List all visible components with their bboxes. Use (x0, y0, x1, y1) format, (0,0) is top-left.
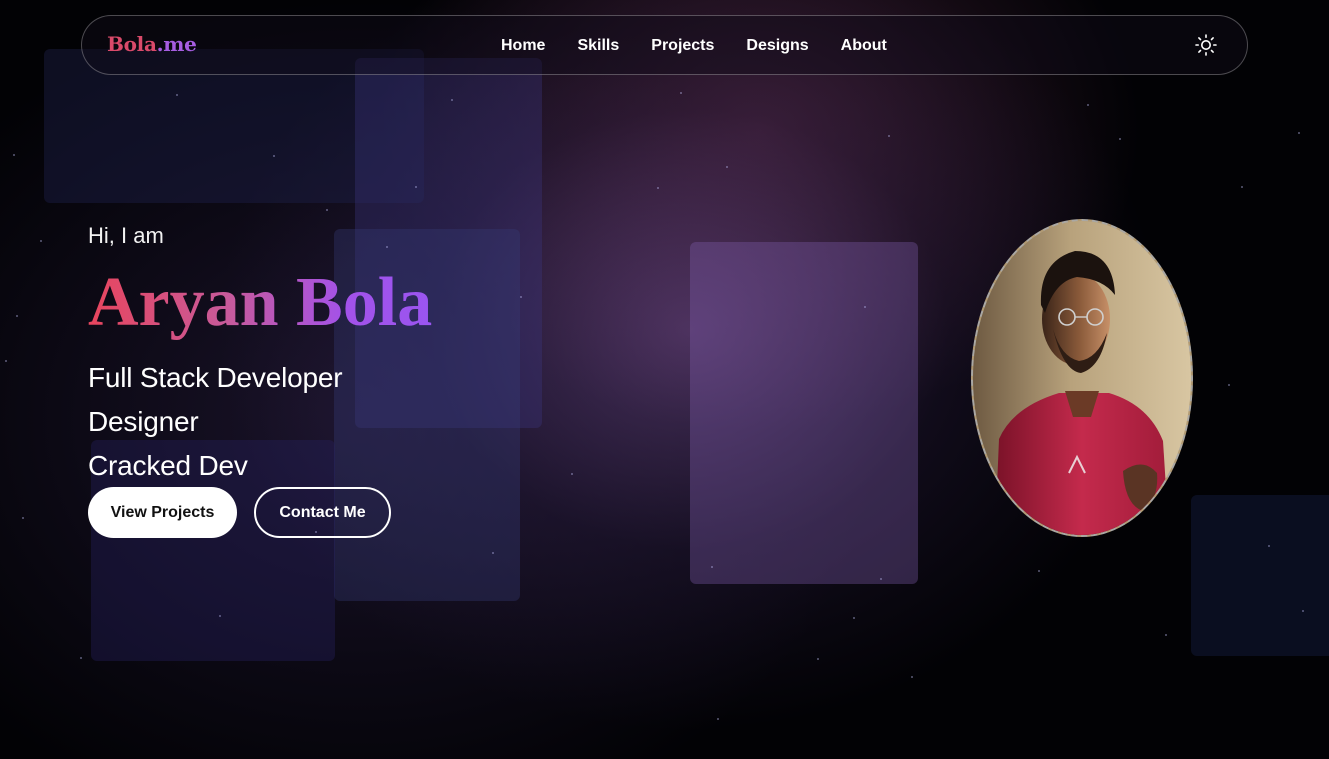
nav-projects[interactable]: Projects (651, 37, 714, 55)
nav-skills[interactable]: Skills (577, 37, 619, 55)
star (16, 315, 18, 317)
bg-panel (690, 242, 918, 584)
nav-links: Home Skills Projects Designs About (501, 37, 919, 55)
star (817, 658, 819, 660)
star (80, 657, 82, 659)
star (22, 517, 24, 519)
star (1298, 132, 1300, 134)
star (711, 566, 713, 568)
star (680, 92, 682, 94)
hero-name: Aryan Bola (88, 262, 432, 344)
star (1165, 634, 1167, 636)
nav-designs[interactable]: Designs (746, 37, 808, 55)
star (1119, 138, 1121, 140)
hero-role: Designer (88, 406, 199, 437)
star (864, 306, 866, 308)
hero-greeting: Hi, I am (88, 223, 164, 248)
star (717, 718, 719, 720)
bg-panel (1191, 495, 1329, 656)
logo[interactable]: Bola.me (107, 32, 197, 56)
view-projects-button[interactable]: View Projects (88, 487, 237, 538)
star (13, 154, 15, 156)
hero-roles: Full Stack Developer Designer Cracked De… (88, 356, 432, 488)
star (492, 552, 494, 554)
star (853, 617, 855, 619)
star (520, 296, 522, 298)
star (326, 209, 328, 211)
star (1038, 570, 1040, 572)
theme-toggle-button[interactable] (1194, 33, 1218, 57)
logo-tld: .me (156, 32, 197, 56)
logo-name: Bola (107, 32, 157, 56)
star (1087, 104, 1089, 106)
profile-photo (971, 219, 1193, 537)
star (451, 99, 453, 101)
star (880, 578, 882, 580)
star (1228, 384, 1230, 386)
navbar: Bola.me Home Skills Projects Designs Abo… (81, 15, 1248, 75)
hero-buttons: View Projects Contact Me (88, 487, 391, 538)
star (726, 166, 728, 168)
hero-role: Full Stack Developer (88, 362, 343, 393)
sun-icon (1195, 34, 1217, 56)
star (657, 187, 659, 189)
star (888, 135, 890, 137)
star (1241, 186, 1243, 188)
star (40, 240, 42, 242)
nav-home[interactable]: Home (501, 37, 545, 55)
star (219, 615, 221, 617)
star (273, 155, 275, 157)
star (571, 473, 573, 475)
star (1268, 545, 1270, 547)
star (176, 94, 178, 96)
star (911, 676, 913, 678)
nav-about[interactable]: About (841, 37, 887, 55)
star (1302, 610, 1304, 612)
hero-section: Hi, I am Aryan Bola Full Stack Developer… (88, 220, 432, 538)
star (415, 186, 417, 188)
contact-me-button[interactable]: Contact Me (254, 487, 391, 538)
profile-photo-illustration (973, 221, 1191, 535)
star (5, 360, 7, 362)
hero-role: Cracked Dev (88, 450, 248, 481)
